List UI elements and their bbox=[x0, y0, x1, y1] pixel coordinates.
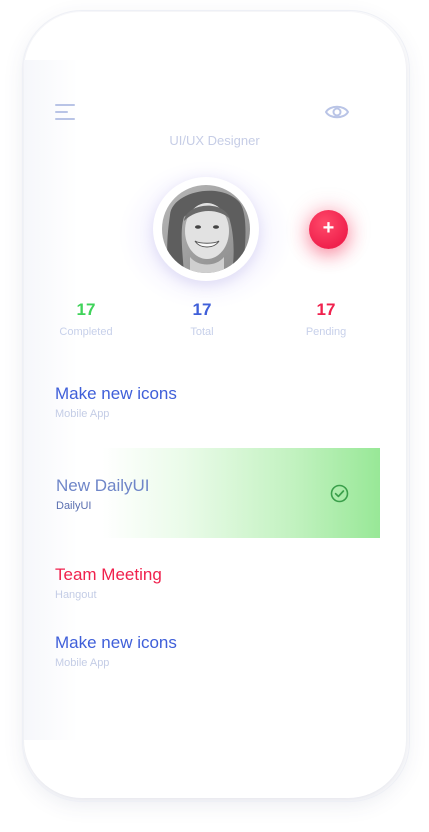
stat-total-label: Total bbox=[190, 326, 214, 338]
avatar[interactable] bbox=[153, 177, 259, 281]
add-task-button[interactable]: + bbox=[309, 210, 348, 249]
stat-completed: 17 Completed bbox=[41, 300, 131, 338]
task-subtitle: Mobile App bbox=[55, 408, 110, 420]
menu-icon[interactable] bbox=[55, 102, 75, 122]
stat-total-value: 17 bbox=[192, 300, 212, 319]
task-title: Team Meeting bbox=[55, 565, 162, 584]
stat-pending-label: Pending bbox=[305, 326, 347, 338]
task-subtitle: DailyUI bbox=[56, 500, 92, 512]
task-item[interactable]: Make new icons Mobile App bbox=[55, 384, 177, 420]
eye-icon[interactable] bbox=[324, 100, 350, 124]
stat-completed-value: 17 bbox=[76, 300, 96, 319]
task-title: Make new icons bbox=[55, 633, 177, 652]
check-circle-icon[interactable] bbox=[330, 484, 349, 503]
task-subtitle: Mobile App bbox=[55, 657, 110, 669]
stat-pending: 17 Pending bbox=[281, 300, 371, 338]
stat-pending-value: 17 bbox=[316, 300, 336, 319]
job-title: UI/UX Designer bbox=[169, 133, 260, 148]
task-subtitle: Hangout bbox=[55, 589, 97, 601]
task-title: Make new icons bbox=[55, 384, 177, 403]
stat-completed-label: Completed bbox=[59, 326, 113, 338]
task-item[interactable]: Make new icons Mobile App bbox=[55, 633, 177, 669]
stat-total: 17 Total bbox=[157, 300, 247, 338]
task-item-completed[interactable]: New DailyUI DailyUI bbox=[56, 476, 150, 512]
task-title: New DailyUI bbox=[56, 476, 150, 495]
task-item[interactable]: Team Meeting Hangout bbox=[55, 565, 162, 601]
